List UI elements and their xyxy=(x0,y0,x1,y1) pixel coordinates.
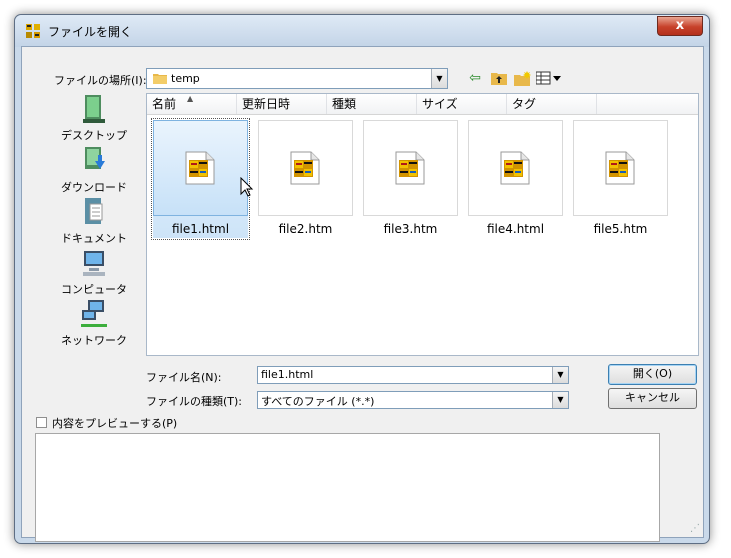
file-thumbnail xyxy=(258,120,353,216)
html-file-icon xyxy=(290,151,320,185)
place-desktop[interactable]: デスクトップ xyxy=(40,93,148,143)
html-file-icon xyxy=(185,151,215,185)
chevron-down-icon[interactable]: ▼ xyxy=(552,367,568,383)
lookin-value: temp xyxy=(171,72,200,85)
place-label: ネットワーク xyxy=(61,334,127,347)
downloads-icon xyxy=(85,147,105,169)
network-icon xyxy=(81,300,107,327)
file-thumbnail xyxy=(363,120,458,216)
chevron-down-icon[interactable]: ▼ xyxy=(431,69,447,88)
place-label: デスクトップ xyxy=(61,129,127,142)
view-menu-icon[interactable] xyxy=(535,68,565,88)
column-tags[interactable]: タグ xyxy=(507,94,597,114)
file-name: file2.htm xyxy=(278,222,333,236)
up-folder-icon[interactable] xyxy=(487,68,511,88)
place-label: コンピュータ xyxy=(61,283,127,296)
column-label: 名前 xyxy=(152,97,177,111)
file-name: file4.html xyxy=(486,222,545,236)
cancel-button[interactable]: キャンセル xyxy=(608,388,697,409)
file-thumbnail xyxy=(153,120,248,216)
html-file-icon xyxy=(500,151,530,185)
place-network[interactable]: ネットワーク xyxy=(40,298,148,348)
place-label: ダウンロード xyxy=(61,181,127,194)
documents-icon xyxy=(85,198,103,224)
close-icon: x xyxy=(675,18,685,33)
filename-label: ファイル名(N): xyxy=(146,371,222,384)
new-folder-icon[interactable] xyxy=(511,68,535,88)
column-header: ▲ 名前 更新日時 種類 サイズ タグ xyxy=(147,94,698,115)
desktop-icon xyxy=(83,95,105,123)
filetype-value: すべてのファイル (*.*) xyxy=(261,395,375,408)
place-downloads[interactable]: ダウンロード xyxy=(40,145,148,195)
preview-pane xyxy=(35,433,660,542)
chevron-down-icon[interactable]: ▼ xyxy=(552,392,568,408)
column-type[interactable]: 種類 xyxy=(327,94,417,114)
file-name: file3.htm xyxy=(383,222,438,236)
file-item[interactable]: file1.html xyxy=(151,118,254,240)
file-thumbnail xyxy=(468,120,563,216)
preview-checkbox[interactable] xyxy=(36,417,47,428)
column-label: タグ xyxy=(512,97,537,111)
column-size[interactable]: サイズ xyxy=(417,94,507,114)
computer-icon xyxy=(83,251,105,276)
lookin-label: ファイルの場所(I): xyxy=(54,74,147,87)
filename-input[interactable]: file1.html ▼ xyxy=(257,366,569,384)
filetype-label: ファイルの種類(T): xyxy=(146,395,243,408)
filetype-select[interactable]: すべてのファイル (*.*) ▼ xyxy=(257,391,569,409)
resize-grip-icon[interactable]: ⋰ xyxy=(690,523,700,534)
column-label: サイズ xyxy=(422,97,458,111)
open-file-dialog: ファイルを開く x ファイルの場所(I): temp ▼ ⇦ デスクトップ ダウ… xyxy=(14,14,710,544)
file-item[interactable]: file5.htm xyxy=(573,120,668,238)
file-item[interactable]: file4.html xyxy=(468,120,563,238)
back-arrow-icon[interactable]: ⇦ xyxy=(463,68,487,88)
mouse-cursor-icon xyxy=(240,177,254,197)
column-name[interactable]: ▲ 名前 xyxy=(147,94,237,114)
dialog-body: ファイルの場所(I): temp ▼ ⇦ デスクトップ ダウンロード ドキュメン… xyxy=(21,46,704,542)
place-documents[interactable]: ドキュメント xyxy=(40,196,148,246)
file-item[interactable]: file3.htm xyxy=(363,120,458,238)
filename-value: file1.html xyxy=(261,368,314,381)
column-label: 更新日時 xyxy=(242,97,291,111)
file-name: file1.html xyxy=(171,222,230,236)
html-file-icon xyxy=(395,151,425,185)
places-bar: デスクトップ ダウンロード ドキュメント コンピュータ ネットワーク xyxy=(40,93,148,373)
file-item[interactable]: file2.htm xyxy=(258,120,353,238)
column-label: 種類 xyxy=(332,97,357,111)
preview-checkbox-label[interactable]: 内容をプレビューする(P) xyxy=(52,415,177,431)
html-file-icon xyxy=(605,151,635,185)
file-name: file5.htm xyxy=(593,222,648,236)
folder-icon xyxy=(153,74,167,84)
close-button[interactable]: x xyxy=(657,16,703,36)
window-title: ファイルを開く xyxy=(48,25,133,39)
open-button[interactable]: 開く(O) xyxy=(608,364,697,385)
file-thumbnail xyxy=(573,120,668,216)
lookin-combo[interactable]: temp ▼ xyxy=(146,68,448,89)
column-modified[interactable]: 更新日時 xyxy=(237,94,327,114)
file-list-view[interactable]: ▲ 名前 更新日時 種類 サイズ タグ file1.html file2.htm xyxy=(146,93,699,356)
place-computer[interactable]: コンピュータ xyxy=(40,247,148,297)
sort-arrow-icon: ▲ xyxy=(187,94,194,103)
title-bar[interactable]: ファイルを開く x xyxy=(15,15,709,47)
place-label: ドキュメント xyxy=(61,232,127,245)
app-icon xyxy=(26,24,40,38)
